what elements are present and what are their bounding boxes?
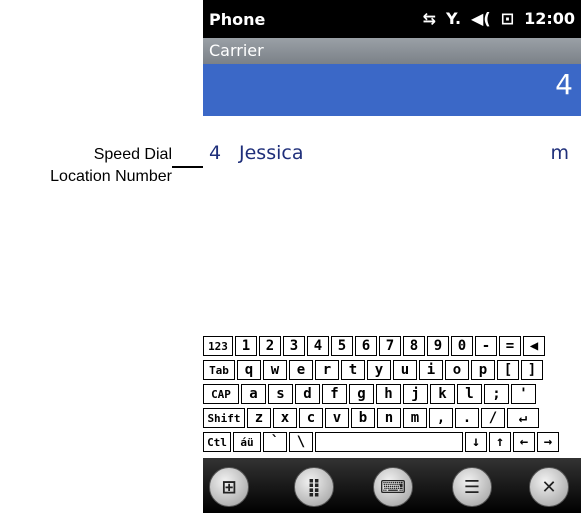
arrow-up-key[interactable]: ↑	[489, 432, 511, 452]
contact-number-type: m	[550, 142, 569, 164]
soft-key-bar: ⊞ ⣿ ⌨ ☰ ✕	[203, 458, 581, 513]
contact-name: Jessica	[239, 142, 304, 164]
key-p[interactable]: p	[471, 360, 495, 380]
status-icons: ⇆ Y. ◀( ⊡ 12:00	[423, 9, 575, 28]
key-slash[interactable]: /	[481, 408, 505, 428]
callout-line2: Location Number	[50, 168, 172, 185]
key-minus[interactable]: -	[475, 336, 497, 356]
key-v[interactable]: v	[325, 408, 349, 428]
tab-key[interactable]: Tab	[203, 360, 235, 380]
key-3[interactable]: 3	[283, 336, 305, 356]
shift-key[interactable]: Shift	[203, 408, 245, 428]
keyboard-row-1: 123 1 2 3 4 5 6 7 8 9 0 - = ◀	[203, 336, 547, 356]
caps-key[interactable]: CAP	[203, 384, 239, 404]
battery-icon[interactable]: ⊡	[501, 9, 514, 28]
carrier-bar: Carrier	[203, 38, 581, 64]
space-key[interactable]	[315, 432, 463, 452]
key-i[interactable]: i	[419, 360, 443, 380]
key-9[interactable]: 9	[427, 336, 449, 356]
key-w[interactable]: w	[263, 360, 287, 380]
key-x[interactable]: x	[273, 408, 297, 428]
speed-dial-entry[interactable]: 4 Jessica m	[203, 140, 581, 170]
key-6[interactable]: 6	[355, 336, 377, 356]
key-n[interactable]: n	[377, 408, 401, 428]
key-k[interactable]: k	[430, 384, 455, 404]
key-1[interactable]: 1	[235, 336, 257, 356]
key-2[interactable]: 2	[259, 336, 281, 356]
key-f[interactable]: f	[322, 384, 347, 404]
clock[interactable]: 12:00	[524, 9, 575, 28]
key-backtick[interactable]: `	[263, 432, 287, 452]
accent-key[interactable]: áü	[233, 432, 261, 452]
arrow-down-key[interactable]: ↓	[465, 432, 487, 452]
keyboard-row-4: Shift z x c v b n m , . / ↵	[203, 408, 541, 428]
key-right-bracket[interactable]: ]	[521, 360, 543, 380]
key-4[interactable]: 4	[307, 336, 329, 356]
key-d[interactable]: d	[295, 384, 320, 404]
key-7[interactable]: 7	[379, 336, 401, 356]
volume-icon[interactable]: ◀(	[471, 9, 491, 28]
key-apostrophe[interactable]: '	[511, 384, 536, 404]
dialed-number: 4	[555, 68, 573, 101]
arrow-left-key[interactable]: ←	[513, 432, 535, 452]
key-g[interactable]: g	[349, 384, 374, 404]
speed-dial-location: 4	[209, 142, 222, 164]
key-123[interactable]: 123	[203, 336, 233, 356]
app-title: Phone	[209, 10, 266, 29]
key-e[interactable]: e	[289, 360, 313, 380]
key-m[interactable]: m	[403, 408, 427, 428]
phone-screen: Phone ⇆ Y. ◀( ⊡ 12:00 Carrier 4 4 Jessic…	[203, 0, 581, 513]
key-l[interactable]: l	[457, 384, 482, 404]
key-8[interactable]: 8	[403, 336, 425, 356]
status-bar: Phone ⇆ Y. ◀( ⊡ 12:00	[203, 0, 581, 38]
key-left-bracket[interactable]: [	[497, 360, 519, 380]
key-z[interactable]: z	[247, 408, 271, 428]
callout-leader-line	[172, 166, 205, 168]
key-a[interactable]: a	[241, 384, 266, 404]
key-r[interactable]: r	[315, 360, 339, 380]
sync-icon: ⇆	[422, 9, 437, 28]
arrow-right-key[interactable]: →	[537, 432, 559, 452]
key-s[interactable]: s	[268, 384, 293, 404]
ctrl-key[interactable]: Ctl	[203, 432, 231, 452]
key-t[interactable]: t	[341, 360, 365, 380]
key-h[interactable]: h	[376, 384, 401, 404]
key-y[interactable]: y	[367, 360, 391, 380]
key-5[interactable]: 5	[331, 336, 353, 356]
windows-start-icon[interactable]: ⊞	[209, 467, 249, 507]
key-b[interactable]: b	[351, 408, 375, 428]
key-c[interactable]: c	[299, 408, 323, 428]
menu-icon[interactable]: ☰	[452, 467, 492, 507]
key-q[interactable]: q	[237, 360, 261, 380]
key-j[interactable]: j	[403, 384, 428, 404]
dialpad-icon[interactable]: ⣿	[294, 467, 334, 507]
speed-dial-callout: Speed Dial Location Number	[0, 144, 172, 188]
backspace-key[interactable]: ◀	[523, 336, 545, 356]
key-0[interactable]: 0	[451, 336, 473, 356]
key-equals[interactable]: =	[499, 336, 521, 356]
close-icon[interactable]: ✕	[529, 467, 569, 507]
callout-line1: Speed Dial	[93, 146, 172, 163]
keyboard-icon[interactable]: ⌨	[373, 467, 413, 507]
key-semicolon[interactable]: ;	[484, 384, 509, 404]
signal-icon: Y.	[446, 9, 462, 28]
keyboard-row-3: CAP a s d f g h j k l ; '	[203, 384, 538, 404]
keyboard-row-5: Ctl áü ` \ ↓ ↑ ← →	[203, 432, 561, 452]
key-comma[interactable]: ,	[429, 408, 453, 428]
keyboard-row-2: Tab q w e r t y u i o p [ ]	[203, 360, 545, 380]
enter-key[interactable]: ↵	[507, 408, 539, 428]
key-o[interactable]: o	[445, 360, 469, 380]
key-u[interactable]: u	[393, 360, 417, 380]
key-backslash[interactable]: \	[289, 432, 313, 452]
key-period[interactable]: .	[455, 408, 479, 428]
carrier-label: Carrier	[209, 41, 264, 60]
dial-number-display[interactable]: 4	[203, 64, 581, 116]
